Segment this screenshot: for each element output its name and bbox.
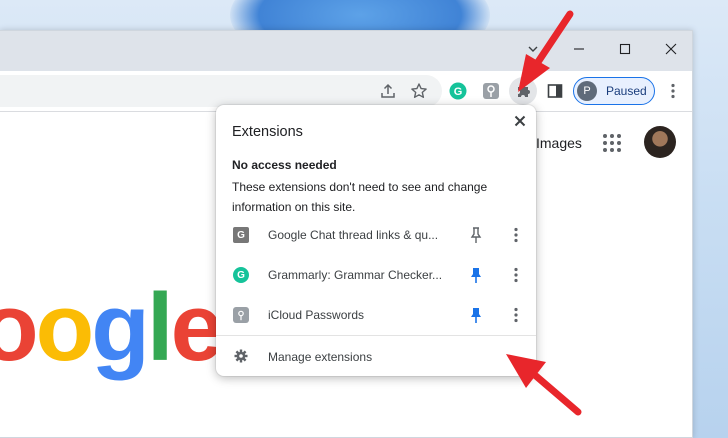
extension-name[interactable]: Grammarly: Grammar Checker... — [268, 268, 442, 282]
close-icon — [514, 115, 526, 127]
apps-dot — [603, 134, 607, 138]
pin-button[interactable] — [468, 306, 484, 324]
star-icon — [411, 83, 427, 98]
more-vert-icon — [514, 227, 518, 243]
profile-button[interactable]: P Paused — [573, 77, 655, 105]
google-account-avatar[interactable] — [644, 126, 676, 158]
logo-letter: e — [170, 274, 224, 381]
images-link[interactable]: Images — [536, 135, 582, 151]
apps-dot — [617, 141, 621, 145]
manage-extensions-item[interactable]: Manage extensions — [216, 336, 536, 376]
pin-outline-icon — [470, 227, 482, 243]
pin-button[interactable] — [468, 266, 484, 284]
avatar: P — [577, 81, 597, 101]
extension-item[interactable]: G Grammarly: Grammar Checker... — [216, 256, 536, 294]
apps-dot — [603, 148, 607, 152]
minimize-icon — [574, 48, 584, 50]
extension-options-button[interactable] — [508, 306, 524, 324]
close-window-button[interactable] — [648, 34, 694, 64]
icloud-passwords-icon — [483, 83, 499, 99]
extension-item[interactable]: G Google Chat thread links & qu... — [216, 216, 536, 254]
icloud-passwords-icon — [233, 307, 249, 323]
close-menu-button[interactable] — [510, 111, 530, 131]
apps-dot — [610, 141, 614, 145]
minimize-button[interactable] — [556, 34, 602, 64]
more-vert-icon — [671, 83, 675, 99]
maximize-button[interactable] — [602, 34, 648, 64]
extension-options-button[interactable] — [508, 226, 524, 244]
google-apps-button[interactable] — [603, 134, 621, 152]
side-panel-button[interactable] — [543, 79, 567, 103]
more-vert-icon — [514, 267, 518, 283]
close-icon — [665, 43, 677, 55]
apps-dot — [610, 134, 614, 138]
gear-icon — [234, 349, 248, 363]
puzzle-icon — [518, 85, 530, 97]
pin-filled-icon — [471, 268, 481, 283]
bookmark-star-button[interactable] — [407, 79, 431, 103]
title-bar — [0, 31, 692, 71]
manage-extensions-label: Manage extensions — [268, 350, 373, 364]
extension-name[interactable]: Google Chat thread links & qu... — [268, 228, 438, 242]
google-chat-links-icon: G — [233, 227, 249, 243]
extension-options-button[interactable] — [508, 266, 524, 284]
share-button[interactable] — [376, 79, 400, 103]
pin-filled-icon — [471, 308, 481, 323]
logo-letter: o — [35, 274, 95, 381]
extension-name[interactable]: iCloud Passwords — [268, 308, 364, 322]
apps-dot — [617, 134, 621, 138]
side-panel-icon — [547, 84, 563, 98]
icloud-passwords-toolbar-button[interactable] — [479, 79, 503, 103]
grammarly-toolbar-button[interactable]: G — [446, 79, 470, 103]
extension-item[interactable]: iCloud Passwords — [216, 296, 536, 334]
svg-text:G: G — [454, 86, 463, 98]
logo-letter: o — [0, 274, 39, 381]
chevron-down-icon — [528, 46, 538, 52]
extensions-menu: Extensions No access needed These extens… — [216, 105, 536, 376]
grammarly-icon: G — [449, 82, 467, 100]
apps-dot — [603, 141, 607, 145]
profile-status-label: Paused — [606, 84, 647, 98]
extensions-button[interactable] — [509, 77, 537, 105]
pin-button[interactable] — [468, 226, 484, 244]
google-logo: oogle — [0, 274, 224, 381]
tab-search-button[interactable] — [510, 34, 556, 64]
share-icon — [381, 83, 395, 98]
extensions-menu-title: Extensions — [232, 124, 303, 140]
more-vert-icon — [514, 307, 518, 323]
logo-letter: l — [146, 274, 174, 381]
section-heading: No access needed — [232, 158, 337, 172]
section-description: These extensions don't need to see and c… — [232, 180, 488, 214]
logo-letter: g — [91, 274, 150, 381]
maximize-icon — [619, 43, 631, 55]
chrome-menu-button[interactable] — [661, 79, 685, 103]
apps-dot — [617, 148, 621, 152]
apps-dot — [610, 148, 614, 152]
grammarly-icon: G — [233, 267, 249, 283]
